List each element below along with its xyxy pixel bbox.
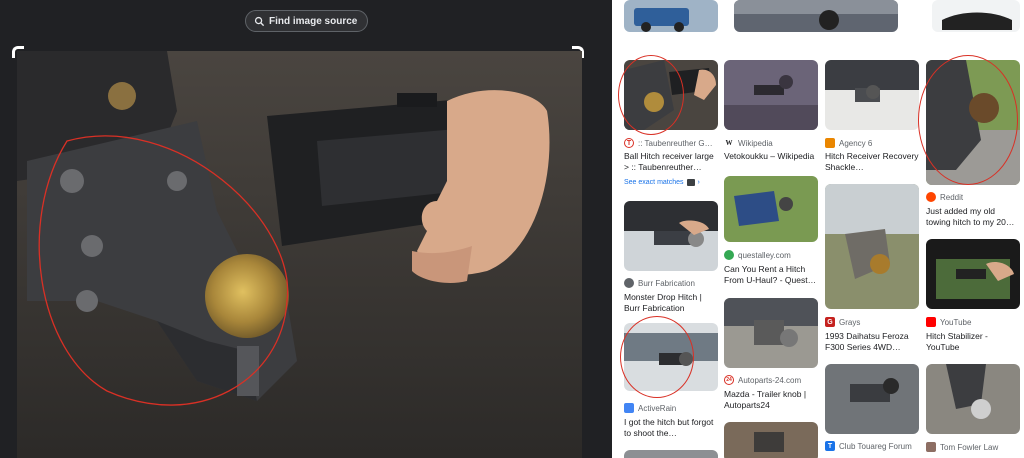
result-thumbnail[interactable] xyxy=(926,364,1020,434)
result-thumbnail[interactable] xyxy=(825,184,919,309)
result-thumbnail-top-1[interactable] xyxy=(624,0,718,32)
result-thumbnail[interactable] xyxy=(624,60,718,130)
youtube-favicon-icon xyxy=(926,317,936,327)
result-title[interactable]: Hitch Stabilizer - YouTube xyxy=(926,331,1020,353)
result-thumbnail[interactable] xyxy=(825,364,919,434)
result-source[interactable]: Burr Fabrication xyxy=(624,278,718,288)
result-source[interactable]: T :: Taubenreuther G… xyxy=(624,138,718,148)
result-title[interactable]: Hitch Receiver Recovery Shackle… xyxy=(825,151,919,173)
see-exact-matches-label: See exact matches xyxy=(624,179,684,186)
result-source-label: Autoparts-24.com xyxy=(738,375,802,385)
result-source-label: Agency 6 xyxy=(839,138,873,148)
result-thumbnail[interactable] xyxy=(724,298,818,368)
result-thumbnail[interactable] xyxy=(724,422,818,458)
globe-icon xyxy=(624,278,634,288)
result-source-label: Club Touareg Forum xyxy=(839,441,912,451)
result-source-label: :: Taubenreuther G… xyxy=(638,138,713,148)
chevron-right-icon: › xyxy=(697,179,700,186)
autoparts24-favicon-icon: 24 xyxy=(724,375,734,385)
result-thumbnail-top-4[interactable] xyxy=(932,0,1020,32)
result-thumbnail[interactable] xyxy=(624,450,718,458)
find-image-source-button[interactable]: Find image source xyxy=(245,10,369,32)
result-source[interactable]: T Club Touareg Forum xyxy=(825,441,919,451)
result-title[interactable]: Mazda - Trailer knob | Autoparts24 xyxy=(724,389,818,411)
result-thumbnail[interactable] xyxy=(624,201,718,271)
result-source[interactable]: G Grays xyxy=(825,317,919,327)
result-source-label: Burr Fabrication xyxy=(638,278,695,288)
result-thumbnail[interactable] xyxy=(624,323,718,391)
reddit-favicon-icon xyxy=(926,192,936,202)
taubenreuther-favicon-icon: T xyxy=(624,138,634,148)
club-touareg-favicon-icon: T xyxy=(825,441,835,451)
find-image-source-label: Find image source xyxy=(269,15,358,27)
tom-fowler-law-favicon-icon xyxy=(926,442,936,452)
result-source-label: Reddit xyxy=(940,192,964,202)
visual-matches-grid: T :: Taubenreuther G… Ball Hitch receive… xyxy=(612,0,1024,458)
result-source-label: Wikipedia xyxy=(738,138,773,148)
result-title[interactable]: Ball Hitch receiver large > :: Taubenreu… xyxy=(624,151,718,173)
result-title[interactable]: Can You Rent a Hitch From U-Haul? - Ques… xyxy=(724,264,818,286)
result-thumbnail[interactable] xyxy=(724,60,818,130)
wikipedia-favicon-icon: W xyxy=(724,138,734,148)
result-source-label: ActiveRain xyxy=(638,403,677,413)
result-source[interactable]: W Wikipedia xyxy=(724,138,818,148)
result-title[interactable]: I got the hitch but forgot to shoot the… xyxy=(624,417,718,439)
result-source[interactable]: 24 Autoparts-24.com xyxy=(724,375,818,385)
result-source[interactable]: Reddit xyxy=(926,192,1020,202)
result-thumbnail[interactable] xyxy=(926,60,1020,185)
result-source-label: questalley.com xyxy=(738,250,791,260)
result-title[interactable]: Monster Drop Hitch | Burr Fabrication xyxy=(624,292,718,314)
result-source-label: Tom Fowler Law xyxy=(940,442,999,452)
result-source[interactable]: YouTube xyxy=(926,317,1020,327)
activerain-favicon-icon xyxy=(624,403,634,413)
result-title[interactable]: Just added my old towing hitch to my 20… xyxy=(926,206,1020,228)
image-viewer-panel: Find image source xyxy=(0,0,612,458)
grays-favicon-icon: G xyxy=(825,317,835,327)
image-stack-icon xyxy=(686,179,695,186)
agency6-favicon-icon xyxy=(825,138,835,148)
query-image xyxy=(17,51,582,458)
result-source[interactable]: Tom Fowler Law xyxy=(926,442,1020,452)
result-source[interactable]: questalley.com xyxy=(724,250,818,260)
questalley-favicon-icon xyxy=(724,250,734,260)
result-title[interactable]: Vetokoukku – Wikipedia xyxy=(724,151,818,173)
result-thumbnail[interactable] xyxy=(926,239,1020,309)
see-exact-matches-link[interactable]: See exact matches › xyxy=(624,179,700,186)
result-thumbnail-top-2[interactable] xyxy=(734,0,898,32)
lens-search-icon xyxy=(254,16,265,26)
result-source-label: YouTube xyxy=(940,317,972,327)
result-source-label: Grays xyxy=(839,317,861,327)
result-source[interactable]: Agency 6 xyxy=(825,138,919,148)
result-thumbnail[interactable] xyxy=(724,176,818,242)
result-title[interactable]: 1993 Daihatsu Feroza F300 Series 4WD… xyxy=(825,331,919,353)
result-source[interactable]: ActiveRain xyxy=(624,403,718,413)
result-thumbnail[interactable] xyxy=(825,60,919,130)
